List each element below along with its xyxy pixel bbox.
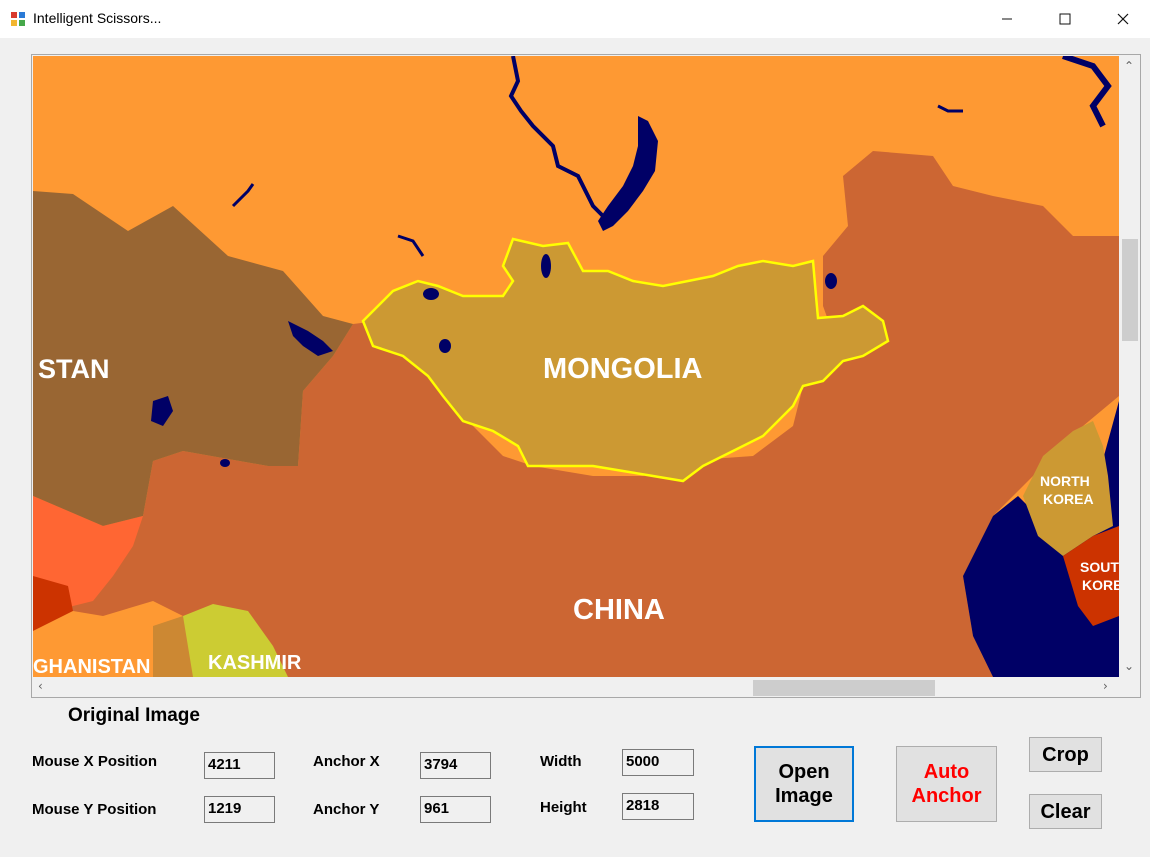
image-viewport[interactable]: STAN MONGOLIA CHINA NORTH KOREA SOUT KOR… bbox=[31, 54, 1141, 698]
width-label: Width bbox=[540, 753, 582, 770]
auto-anchor-label-line2: Anchor bbox=[911, 785, 982, 807]
minimize-icon bbox=[1002, 18, 1012, 20]
anchor-x-label: Anchor X bbox=[313, 753, 380, 770]
anchor-x-field[interactable]: 3794 bbox=[420, 752, 491, 779]
lake-hulun bbox=[825, 273, 837, 289]
window-title: Intelligent Scissors... bbox=[33, 10, 162, 26]
vertical-scrollbar[interactable]: ⌃ ⌄ bbox=[1119, 56, 1140, 677]
mouse-x-field[interactable]: 4211 bbox=[204, 752, 275, 779]
lake-uvs bbox=[423, 288, 439, 300]
scroll-left-icon[interactable]: ‹ bbox=[38, 679, 43, 693]
crop-button[interactable]: Crop bbox=[1029, 737, 1102, 772]
mouse-y-field[interactable]: 1219 bbox=[204, 796, 275, 823]
horizontal-scroll-thumb[interactable] bbox=[753, 680, 935, 696]
map-label-china: CHINA bbox=[573, 594, 665, 626]
auto-anchor-label-line1: Auto bbox=[923, 761, 970, 783]
scroll-right-icon[interactable]: › bbox=[1103, 679, 1108, 693]
maximize-icon bbox=[1059, 13, 1071, 25]
scroll-up-icon[interactable]: ⌃ bbox=[1124, 59, 1134, 73]
map-label-south-korea-2: KORE bbox=[1082, 577, 1119, 593]
lake-bosten bbox=[220, 459, 230, 467]
map-label-kashmir: KASHMIR bbox=[208, 652, 302, 674]
mouse-x-label: Mouse X Position bbox=[32, 753, 158, 770]
close-button[interactable] bbox=[1094, 0, 1150, 38]
anchor-y-label: Anchor Y bbox=[313, 801, 380, 818]
open-image-label-line2: Image bbox=[775, 785, 833, 807]
map-canvas[interactable]: STAN MONGOLIA CHINA NORTH KOREA SOUT KOR… bbox=[33, 56, 1119, 677]
open-image-label-line1: Open bbox=[778, 761, 830, 783]
map-label-stan: STAN bbox=[38, 354, 110, 384]
auto-anchor-button[interactable]: Auto Anchor bbox=[896, 746, 997, 822]
scroll-down-icon[interactable]: ⌄ bbox=[1124, 659, 1134, 673]
anchor-y-field[interactable]: 961 bbox=[420, 796, 491, 823]
horizontal-scrollbar[interactable]: ‹ › bbox=[33, 677, 1119, 697]
height-field[interactable]: 2818 bbox=[622, 793, 694, 820]
width-field[interactable]: 5000 bbox=[622, 749, 694, 776]
title-bar: Intelligent Scissors... bbox=[0, 0, 1150, 38]
minimize-button[interactable] bbox=[978, 0, 1036, 38]
maximize-button[interactable] bbox=[1036, 0, 1094, 38]
open-image-button[interactable]: Open Image bbox=[754, 746, 854, 822]
mouse-y-label: Mouse Y Position bbox=[32, 801, 157, 818]
map-label-mongolia: MONGOLIA bbox=[543, 353, 703, 385]
map-label-north-korea-1: NORTH bbox=[1040, 473, 1090, 489]
app-icon bbox=[11, 12, 25, 26]
map-label-afghanistan: GHANISTAN bbox=[33, 656, 150, 677]
close-icon bbox=[1117, 13, 1129, 25]
height-label: Height bbox=[540, 799, 587, 816]
original-image-heading: Original Image bbox=[68, 705, 200, 726]
vertical-scroll-thumb[interactable] bbox=[1122, 239, 1138, 341]
lake-khar-us bbox=[439, 339, 451, 353]
lake-khovsgol bbox=[541, 254, 551, 278]
map-label-north-korea-2: KOREA bbox=[1043, 491, 1094, 507]
clear-button[interactable]: Clear bbox=[1029, 794, 1102, 829]
map-label-south-korea-1: SOUT bbox=[1080, 559, 1119, 575]
scroll-corner bbox=[1119, 677, 1140, 697]
